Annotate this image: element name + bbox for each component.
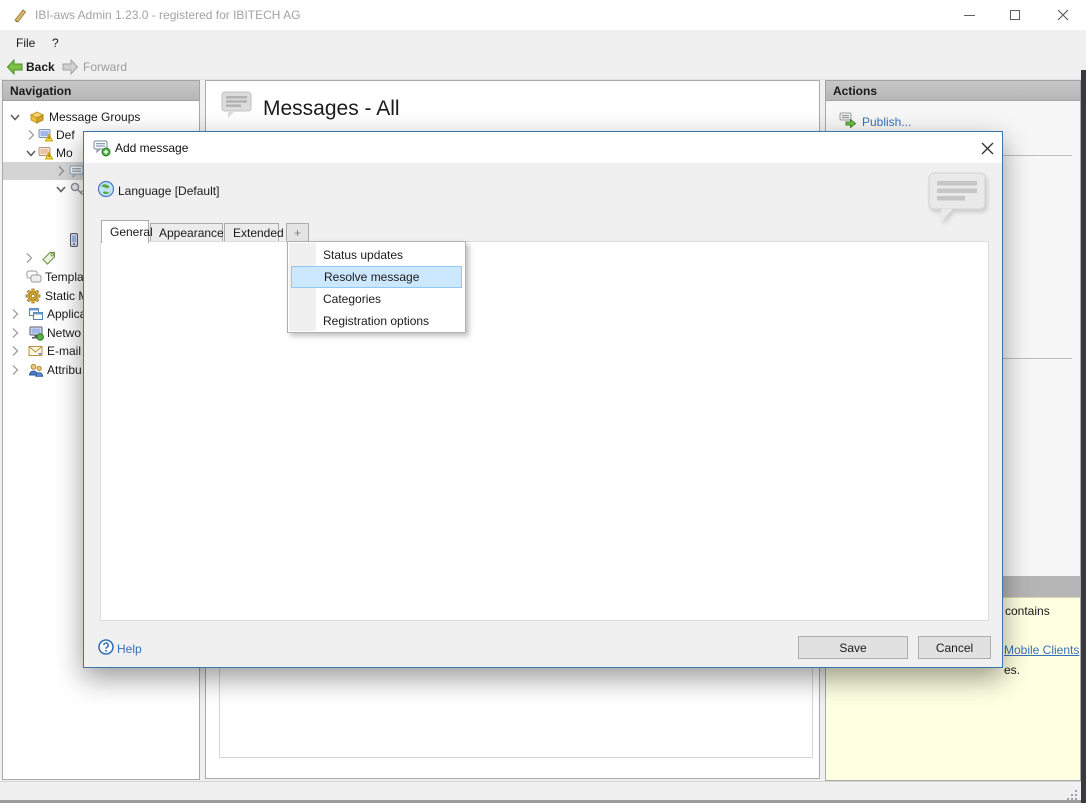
message-watermark-icon (927, 171, 991, 227)
attributes-users-icon (28, 362, 44, 378)
maximize-icon (1010, 10, 1020, 20)
tree-item-label: E-mail (47, 344, 81, 358)
chevron-collapsed-icon[interactable] (7, 343, 23, 359)
toolbar: Back Forward (0, 54, 1086, 80)
chevron-collapsed-icon[interactable] (7, 306, 23, 322)
title-bar: IBI-aws Admin 1.23.0 - registered for IB… (0, 0, 1086, 30)
minimize-icon (964, 15, 975, 16)
window-title: IBI-aws Admin 1.23.0 - registered for IB… (35, 8, 300, 22)
tree-item-label: Applica (47, 307, 86, 321)
tree-item-label: Def (56, 128, 75, 142)
templates-icon (26, 269, 42, 285)
note-text-fragment-2: es. (1004, 663, 1020, 677)
chevron-collapsed-icon[interactable] (23, 127, 39, 143)
chevron-collapsed-icon[interactable] (7, 325, 23, 341)
help-icon (98, 639, 114, 655)
menu-file[interactable]: File (10, 34, 41, 52)
menu-bar: File ? (0, 30, 1086, 54)
chevron-collapsed-icon[interactable] (21, 250, 37, 266)
language-label: Language [Default] (118, 184, 219, 198)
tab-extended[interactable]: Extended (224, 223, 279, 242)
forward-icon (62, 59, 79, 75)
tab-general[interactable]: General (101, 220, 149, 243)
tree-item-label: Templa (45, 270, 84, 284)
messages-header-icon (220, 90, 254, 122)
chevron-expanded-icon[interactable] (23, 145, 39, 161)
chevron-collapsed-icon[interactable] (53, 163, 69, 179)
menu-item-resolve-message[interactable]: Resolve message (291, 266, 462, 288)
email-icon (28, 343, 44, 359)
chevron-expanded-icon[interactable] (53, 181, 69, 197)
tree-item-label: Static M (45, 289, 88, 303)
messages-panel-title: Messages - All (263, 97, 400, 121)
navigation-header: Navigation (2, 80, 200, 101)
dialog-title-bar: Add message (84, 132, 1002, 163)
maximize-button[interactable] (996, 0, 1034, 30)
chevron-expanded-icon[interactable] (7, 109, 23, 125)
network-icon (28, 325, 44, 341)
tree-item-message-groups[interactable]: Message Groups (3, 108, 201, 126)
menu-help[interactable]: ? (46, 34, 65, 52)
forward-button[interactable]: Forward (83, 60, 127, 74)
minimize-button[interactable] (950, 0, 988, 30)
close-button[interactable] (1044, 0, 1082, 30)
add-message-icon (93, 139, 111, 157)
help-link[interactable]: Help (117, 642, 142, 656)
add-tab-popup-menu: Status updates Resolve message Categorie… (287, 241, 466, 333)
app-window: IBI-aws Admin 1.23.0 - registered for IB… (0, 0, 1086, 803)
menu-item-categories[interactable]: Categories (291, 288, 462, 310)
tree-item-label: Attribu (47, 363, 82, 377)
menu-item-registration-options[interactable]: Registration options (291, 310, 462, 332)
gear-icon (25, 288, 41, 304)
message-group-warning-icon (38, 127, 54, 143)
back-icon (6, 59, 23, 75)
publish-icon (839, 112, 857, 128)
status-bar (0, 781, 1086, 803)
tab-add-plus[interactable]: + (286, 223, 309, 242)
tree-item-label: Message Groups (49, 110, 140, 124)
tree-item-label: Netwo (47, 326, 81, 340)
back-button[interactable]: Back (26, 60, 55, 74)
chevron-collapsed-icon[interactable] (7, 362, 23, 378)
close-icon (981, 142, 994, 155)
cancel-button[interactable]: Cancel (918, 636, 991, 659)
mobile-clients-link[interactable]: Mobile Clients (1004, 643, 1079, 657)
add-message-dialog: Add message Language [Default] General A… (83, 131, 1003, 668)
desktop-edge (1081, 70, 1086, 803)
message-groups-icon (29, 109, 45, 125)
save-button[interactable]: Save (798, 636, 908, 659)
close-icon (1057, 9, 1069, 21)
actions-header: Actions (825, 80, 1081, 101)
resize-grip[interactable] (1063, 786, 1079, 800)
app-icon (12, 7, 28, 23)
tag-icon (41, 250, 57, 266)
dialog-close-button[interactable] (978, 139, 996, 157)
message-group-warning-icon (38, 145, 54, 161)
note-text-fragment: contains (1005, 604, 1050, 618)
applications-icon (28, 306, 44, 322)
menu-item-status-updates[interactable]: Status updates (291, 244, 462, 266)
language-globe-icon (97, 180, 115, 198)
publish-link[interactable]: Publish... (862, 115, 911, 129)
mobile-phone-icon (66, 232, 82, 248)
tab-appearance[interactable]: Appearance (150, 223, 223, 242)
tree-item-label: Mo (56, 146, 73, 160)
dialog-title: Add message (115, 141, 188, 155)
general-tab-panel (100, 241, 989, 621)
